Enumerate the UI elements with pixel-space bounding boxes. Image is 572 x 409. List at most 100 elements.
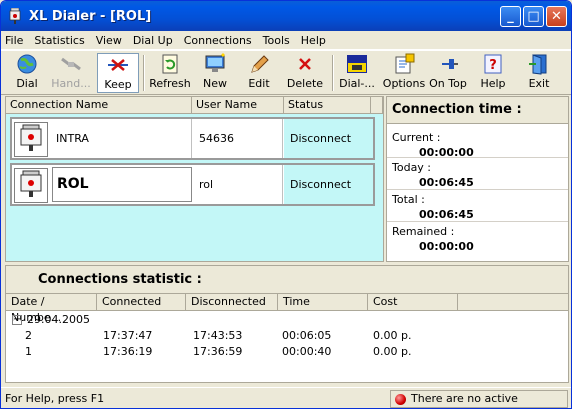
connection-status: Disconnect: [284, 119, 373, 158]
close-button[interactable]: ✕: [546, 6, 567, 27]
current-label: Current :: [392, 131, 441, 144]
svg-text:?: ?: [489, 58, 497, 73]
exit-door-icon: [527, 53, 551, 75]
stat-row-disconnected: 17:43:53: [193, 329, 243, 342]
column-header-connected[interactable]: Connected: [97, 294, 186, 311]
menu-statistics[interactable]: Statistics: [34, 34, 84, 47]
delete-label: Delete: [286, 77, 324, 90]
options-icon: [392, 53, 416, 75]
column-header-time[interactable]: Time: [278, 294, 368, 311]
keep-label: Keep: [104, 78, 132, 91]
user-name: rol: [193, 165, 283, 204]
column-header-disconnected[interactable]: Disconnected: [186, 294, 278, 311]
total-label: Total :: [392, 193, 425, 206]
column-header-user-name[interactable]: User Name: [192, 97, 284, 114]
new-label: New: [203, 77, 227, 90]
remained-time-block: Remained : 00:00:00: [387, 222, 568, 254]
keep-button[interactable]: Keep: [97, 53, 139, 93]
connection-name: INTRA: [52, 119, 192, 158]
stat-row-number: 1: [25, 345, 32, 358]
delete-button[interactable]: Delete: [287, 53, 323, 93]
menu-view[interactable]: View: [96, 34, 122, 47]
status-help-text: For Help, press F1: [5, 392, 105, 405]
date-group[interactable]: 29.04.2005: [27, 313, 90, 327]
exit-label: Exit: [528, 77, 550, 90]
window-title: XL Dialer - [ROL]: [29, 8, 152, 24]
stat-row-connected: 17:37:47: [103, 329, 153, 342]
connection-row-rol[interactable]: ROL rol Disconnect: [10, 163, 375, 206]
exit-button[interactable]: Exit: [525, 53, 553, 93]
current-time-block: Current : 00:00:00: [387, 124, 568, 159]
help-icon: ?: [481, 53, 505, 75]
new-button[interactable]: New: [200, 53, 230, 93]
connection-time-panel: Connection time : Current : 00:00:00 Tod…: [386, 96, 569, 262]
delete-x-icon: [293, 53, 317, 75]
title-bar[interactable]: XL Dialer - [ROL] _ □ ✕: [1, 1, 571, 31]
dial-button[interactable]: Dial: [11, 53, 43, 93]
stat-row-connected: 17:36:19: [103, 345, 153, 358]
new-connection-icon: [203, 53, 227, 75]
app-icon: [7, 7, 23, 24]
status-connections-text: There are no active connections: [411, 392, 518, 405]
stat-row-number: 2: [25, 329, 32, 342]
globe-icon: [15, 53, 39, 75]
menu-dial-up[interactable]: Dial Up: [133, 34, 173, 47]
options-label: Options: [382, 77, 426, 90]
red-status-light-icon: [395, 394, 406, 405]
minimize-icon: _: [507, 9, 514, 24]
maximize-button[interactable]: □: [523, 6, 544, 27]
today-label: Today :: [392, 161, 432, 174]
refresh-icon: [158, 53, 182, 75]
close-icon: ✕: [551, 9, 562, 24]
menu-bar: File Statistics View Dial Up Connections…: [1, 31, 571, 50]
column-header-date-number[interactable]: Date / Numbe...: [6, 294, 97, 324]
minimize-button[interactable]: _: [500, 6, 521, 27]
hangup-button[interactable]: Hand...: [51, 53, 91, 93]
hangup-label: Hand...: [51, 77, 91, 90]
modem-icon: [14, 168, 48, 203]
connections-list: Connection Name User Name Status INTRA 5…: [5, 96, 384, 262]
dial-settings-button[interactable]: Dial-...: [338, 53, 376, 93]
refresh-label: Refresh: [149, 77, 191, 90]
menu-tools[interactable]: Tools: [263, 34, 290, 47]
remained-value: 00:00:00: [419, 240, 474, 253]
today-time-block: Today : 00:06:45: [387, 158, 568, 190]
toolbar: Dial Hand... Keep Refresh New Edit Delet…: [1, 50, 571, 95]
edit-button[interactable]: Edit: [244, 53, 274, 93]
menu-help[interactable]: Help: [301, 34, 326, 47]
status-connections: There are no active connections: [390, 390, 568, 408]
connection-row-intra[interactable]: INTRA 54636 Disconnect: [10, 117, 375, 160]
keep-icon: [106, 54, 130, 76]
statistic-title: Connections statistic :: [6, 266, 568, 294]
today-value: 00:06:45: [419, 176, 474, 189]
stat-row-cost: 0.00 p.: [373, 345, 412, 358]
expand-collapse-toggle[interactable]: −: [12, 315, 22, 325]
stat-row-time: 00:00:40: [282, 345, 332, 358]
menu-file[interactable]: File: [5, 34, 23, 47]
on-top-label: On Top: [429, 77, 467, 90]
modem-icon: [14, 122, 48, 157]
help-button[interactable]: ? Help: [479, 53, 507, 93]
refresh-button[interactable]: Refresh: [148, 53, 192, 93]
column-header-filler: [458, 294, 568, 311]
edit-label: Edit: [248, 77, 270, 90]
status-bar: For Help, press F1 There are no active c…: [1, 387, 571, 408]
total-time-block: Total : 00:06:45: [387, 190, 568, 222]
column-header-connection-name[interactable]: Connection Name: [6, 97, 192, 114]
options-button[interactable]: Options: [382, 53, 426, 93]
column-header-status[interactable]: Status: [284, 97, 371, 114]
menu-connections[interactable]: Connections: [184, 34, 252, 47]
connection-time-title: Connection time :: [387, 97, 568, 124]
dial-label: Dial: [16, 77, 38, 90]
on-top-button[interactable]: On Top: [429, 53, 467, 93]
maximize-icon: □: [527, 9, 540, 24]
connections-statistic-panel: Connections statistic : Date / Numbe... …: [5, 265, 569, 383]
toolbar-separator: [143, 55, 145, 91]
stat-row-time: 00:06:05: [282, 329, 332, 342]
user-name: 54636: [193, 119, 283, 158]
toolbar-separator: [332, 55, 334, 91]
main-window: XL Dialer - [ROL] _ □ ✕ File Statistics …: [0, 0, 572, 409]
dial-settings-label: Dial-...: [339, 77, 375, 90]
column-header-cost[interactable]: Cost: [368, 294, 458, 311]
connection-status: Disconnect: [284, 165, 373, 204]
